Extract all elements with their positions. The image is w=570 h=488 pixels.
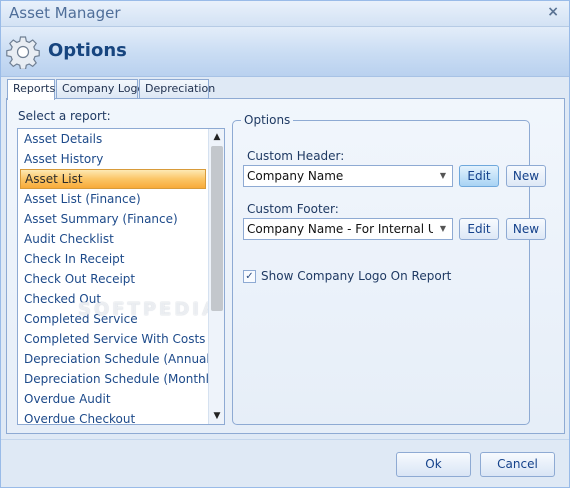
custom-header-label: Custom Header: bbox=[247, 149, 345, 163]
list-item[interactable]: Check In Receipt bbox=[20, 249, 206, 269]
footer-new-button[interactable]: New bbox=[506, 218, 546, 240]
list-item[interactable]: Completed Service With Costs bbox=[20, 329, 206, 349]
list-item[interactable]: Check Out Receipt bbox=[20, 269, 206, 289]
list-item[interactable]: Depreciation Schedule (Annual) bbox=[20, 349, 214, 369]
scroll-up-icon[interactable]: ▲ bbox=[209, 129, 224, 145]
tab-depreciation[interactable]: Depreciation bbox=[139, 79, 215, 99]
footer-edit-button[interactable]: Edit bbox=[459, 218, 499, 240]
list-item[interactable]: Asset History bbox=[20, 149, 206, 169]
list-item[interactable]: Depreciation Schedule (Monthly) bbox=[20, 369, 221, 389]
gear-icon bbox=[6, 36, 40, 69]
ok-button[interactable]: Ok bbox=[396, 452, 471, 477]
options-group-title: Options bbox=[244, 113, 291, 127]
tab-company-logo[interactable]: Company Logo bbox=[56, 79, 144, 99]
reports-tab-panel: Select a report: Asset Details Asset His… bbox=[6, 98, 565, 434]
chevron-down-icon[interactable]: ▼ bbox=[434, 219, 452, 239]
title-bar: Asset Manager × bbox=[1, 1, 569, 27]
list-item[interactable]: Completed Service bbox=[20, 309, 206, 329]
scroll-thumb[interactable] bbox=[211, 146, 223, 311]
custom-footer-value: Company Name - For Internal Use Only bbox=[247, 222, 433, 236]
close-icon[interactable]: × bbox=[547, 4, 559, 20]
scroll-down-icon[interactable]: ▼ bbox=[209, 408, 224, 424]
list-scrollbar[interactable]: ▲ ▼ bbox=[208, 129, 224, 424]
select-report-label: Select a report: bbox=[18, 109, 111, 123]
asset-manager-window: Asset Manager × Options Reports Company … bbox=[0, 0, 570, 488]
list-item[interactable]: Asset List (Finance) bbox=[20, 189, 206, 209]
cancel-button[interactable]: Cancel bbox=[480, 452, 555, 477]
list-item[interactable]: Overdue Audit bbox=[20, 389, 206, 409]
report-listbox[interactable]: Asset Details Asset History Asset List A… bbox=[17, 128, 225, 425]
header-new-button[interactable]: New bbox=[506, 165, 546, 187]
chevron-down-icon[interactable]: ▼ bbox=[434, 166, 452, 186]
custom-header-select[interactable]: Company Name ▼ bbox=[243, 165, 453, 187]
list-item[interactable]: Checked Out bbox=[20, 289, 206, 309]
options-group: Options Custom Header: Company Name ▼ Ed… bbox=[232, 113, 546, 425]
show-logo-label[interactable]: Show Company Logo On Report bbox=[261, 269, 451, 283]
footer-divider bbox=[1, 439, 569, 440]
custom-footer-select[interactable]: Company Name - For Internal Use Only ▼ bbox=[243, 218, 453, 240]
list-item-selected[interactable]: Asset List bbox=[20, 169, 206, 189]
window-title: Asset Manager bbox=[9, 4, 121, 22]
options-banner: Options bbox=[1, 27, 569, 77]
list-item[interactable]: Asset Details bbox=[20, 129, 206, 149]
header-edit-button[interactable]: Edit bbox=[459, 165, 499, 187]
list-item[interactable]: Audit Checklist bbox=[20, 229, 206, 249]
list-item[interactable]: Overdue Checkout bbox=[20, 409, 206, 424]
list-item[interactable]: Asset Summary (Finance) bbox=[20, 209, 206, 229]
show-logo-checkbox[interactable]: ✓ bbox=[243, 270, 256, 283]
banner-title: Options bbox=[48, 40, 127, 61]
tab-reports[interactable]: Reports bbox=[7, 79, 55, 100]
custom-footer-label: Custom Footer: bbox=[247, 202, 339, 216]
custom-header-value: Company Name bbox=[247, 169, 344, 183]
